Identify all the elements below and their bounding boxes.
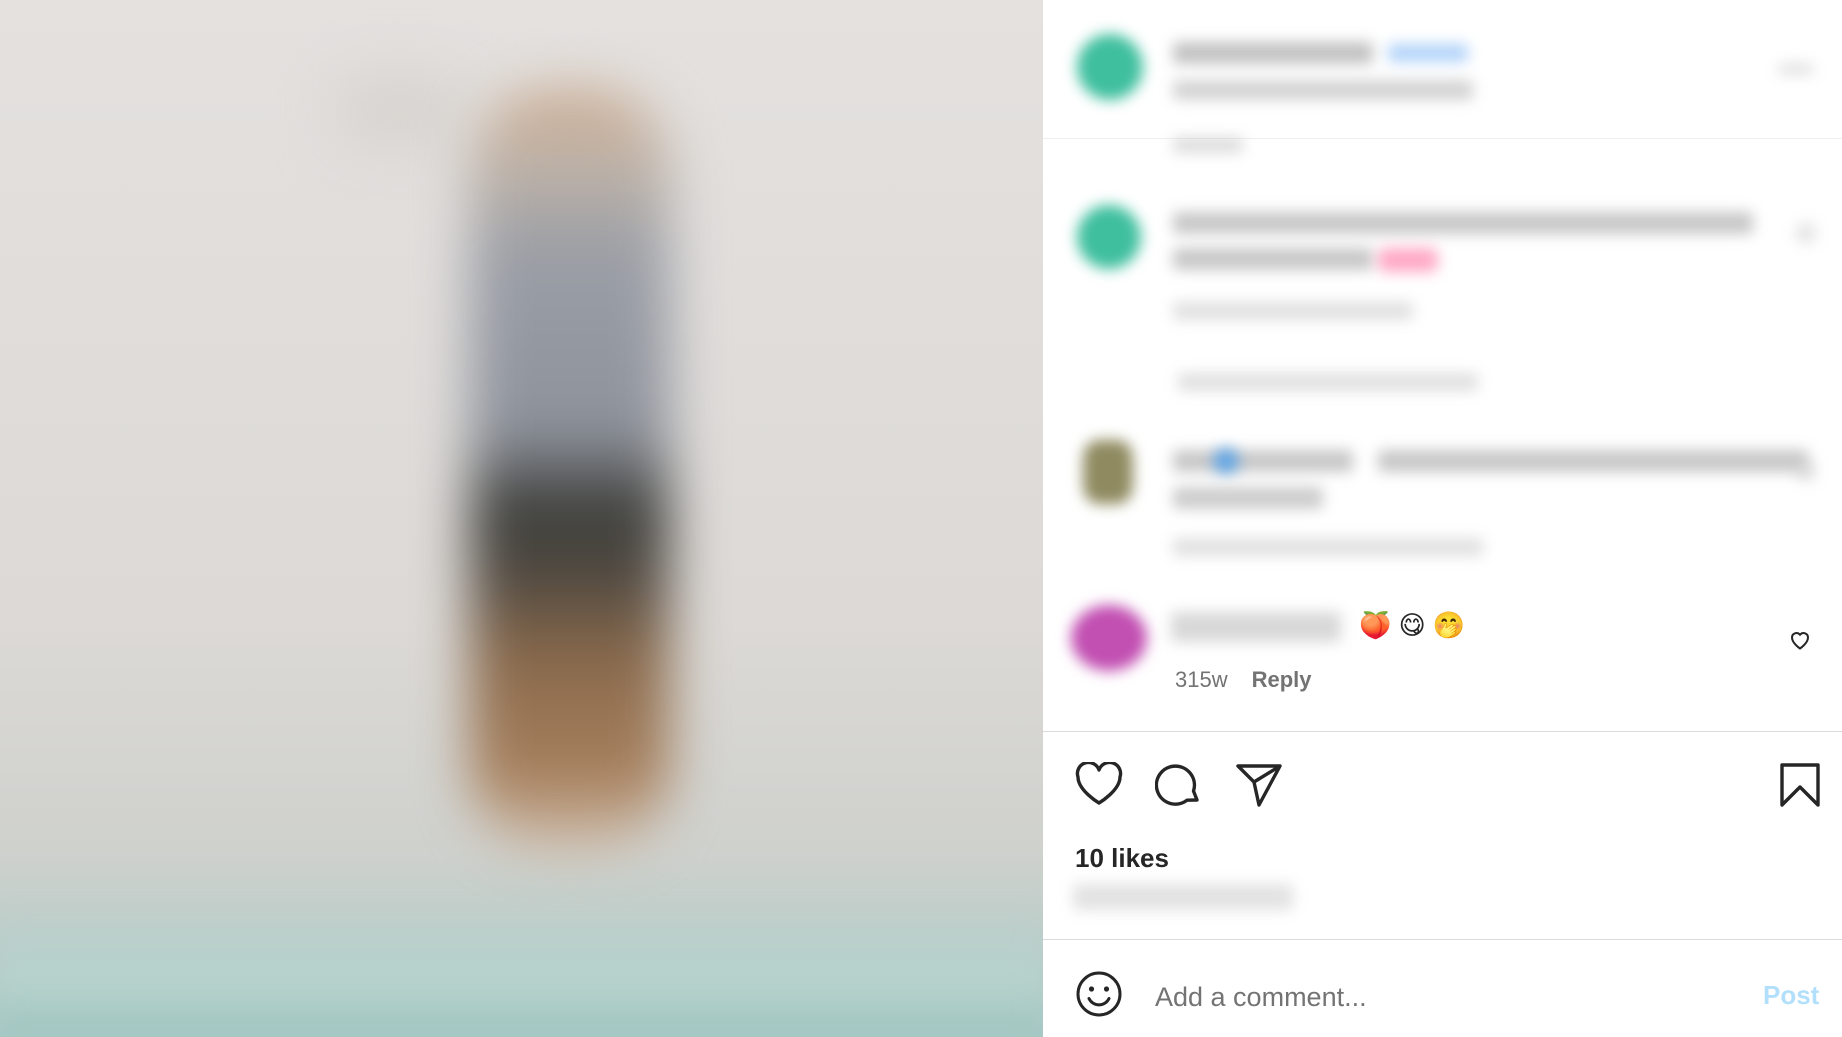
author-location[interactable]: [1173, 80, 1473, 100]
comment-meta-row: 315w Reply: [1175, 667, 1312, 693]
author-username[interactable]: [1173, 42, 1373, 64]
comment-text: [1173, 212, 1753, 234]
comment-username[interactable]: [1173, 450, 1353, 472]
verified-badge-icon: [1213, 448, 1239, 474]
likes-count[interactable]: 10 likes: [1075, 843, 1169, 874]
comment-like-icon[interactable]: [1795, 460, 1817, 482]
post-media[interactable]: [0, 0, 1043, 1037]
media-subject: [470, 90, 670, 850]
caption-timestamp: [1173, 137, 1243, 153]
media-floor: [0, 907, 1043, 1037]
post-sidebar: 🍑 😋 🤭 315w Reply 10 likes Post: [1043, 0, 1842, 1037]
comment-meta: [1173, 538, 1483, 556]
post-date: [1073, 884, 1293, 910]
commenter-avatar[interactable]: [1077, 205, 1141, 269]
share-icon[interactable]: [1235, 762, 1283, 813]
reply-button[interactable]: Reply: [1252, 667, 1312, 692]
actions-divider: [1043, 731, 1842, 732]
emoji-icon[interactable]: [1075, 970, 1123, 1023]
view-replies-link[interactable]: [1178, 373, 1478, 391]
comment-like-icon[interactable]: [1788, 628, 1812, 657]
comment-input[interactable]: [1153, 975, 1717, 1019]
more-icon[interactable]: [1778, 64, 1814, 74]
comment-text: [1378, 450, 1808, 472]
comment-timestamp: 315w: [1175, 667, 1228, 692]
comment-username[interactable]: [1171, 612, 1341, 642]
follow-button[interactable]: [1388, 44, 1468, 62]
bookmark-icon[interactable]: [1779, 762, 1821, 813]
comment-text-line2: [1173, 248, 1373, 270]
comment-emojis: 🍑 😋 🤭: [1359, 610, 1466, 640]
commenter-avatar[interactable]: [1083, 440, 1133, 504]
header-divider: [1043, 138, 1842, 139]
commenter-avatar[interactable]: [1071, 605, 1147, 671]
comment-icon[interactable]: [1154, 760, 1203, 813]
post-button[interactable]: Post: [1763, 980, 1819, 1011]
media-background-detail: [340, 80, 460, 140]
comment-text-line2: [1173, 487, 1323, 509]
comment-meta: [1173, 302, 1413, 320]
heart-icon[interactable]: [1075, 760, 1123, 811]
author-avatar[interactable]: [1077, 34, 1143, 100]
comment-emoji: [1378, 248, 1438, 272]
comment-like-icon[interactable]: [1795, 222, 1817, 244]
composer-divider: [1043, 939, 1842, 940]
